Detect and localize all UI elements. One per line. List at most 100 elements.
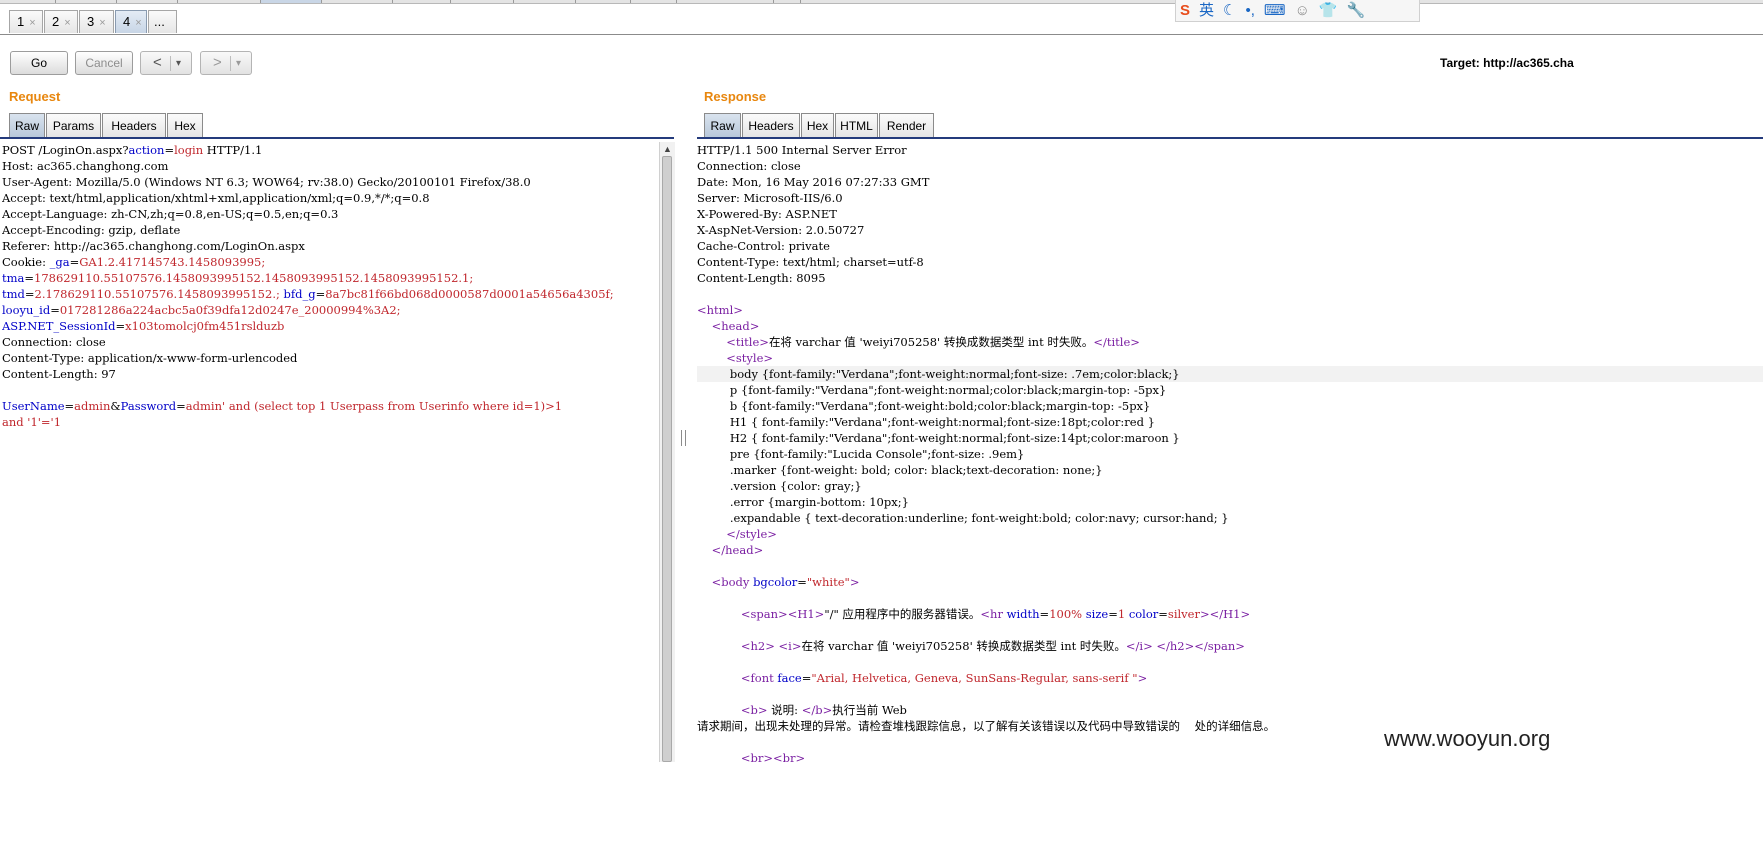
request-tab-params[interactable]: Params bbox=[46, 113, 101, 138]
outer-tab-active[interactable] bbox=[261, 0, 322, 3]
repeater-tab-2[interactable]: 2 × bbox=[44, 10, 78, 33]
chevron-down-icon[interactable]: ▾ bbox=[176, 53, 181, 75]
response-editor[interactable]: HTTP/1.1 500 Internal Server Error Connec… bbox=[697, 142, 1763, 762]
outer-tab[interactable] bbox=[178, 0, 261, 3]
target-label[interactable]: Target: http://ac365.cha bbox=[1440, 56, 1574, 70]
response-tab-hex[interactable]: Hex bbox=[801, 113, 834, 138]
code-token: Content-Type: text/html; charset=utf-8 bbox=[697, 255, 924, 269]
cancel-button[interactable]: Cancel bbox=[75, 51, 133, 75]
code-line: <html> bbox=[697, 302, 1763, 318]
punctuation-icon[interactable]: •, bbox=[1245, 1, 1254, 21]
code-line: Content-Type: application/x-www-form-url… bbox=[2, 350, 657, 366]
close-icon[interactable]: × bbox=[29, 17, 35, 29]
outer-tab[interactable] bbox=[117, 0, 178, 3]
chevron-down-icon[interactable]: ▾ bbox=[236, 53, 241, 75]
code-line: X-AspNet-Version: 2.0.50727 bbox=[697, 222, 1763, 238]
code-line: <font face="Arial, Helvetica, Geneva, Su… bbox=[697, 670, 1763, 686]
shirt-icon[interactable]: 👕 bbox=[1319, 1, 1338, 21]
code-token: User-Agent: Mozilla/5.0 (Windows NT 6.3;… bbox=[2, 175, 531, 189]
outer-tab[interactable] bbox=[322, 0, 393, 3]
scrollbar-thumb[interactable] bbox=[662, 156, 672, 762]
code-token: <br> bbox=[740, 751, 774, 762]
back-button[interactable]: < ▾ bbox=[140, 51, 192, 75]
pane-splitter-handle[interactable] bbox=[681, 430, 686, 446]
code-token: 100% bbox=[1049, 607, 1083, 621]
code-token: Host: ac365.changhong.com bbox=[2, 159, 169, 173]
code-line: .marker {font-weight: bold; color: black… bbox=[697, 462, 1763, 478]
go-button[interactable]: Go bbox=[10, 51, 68, 75]
scroll-up-icon[interactable]: ▲ bbox=[663, 144, 672, 154]
code-line: Cookie: _ga=GA1.2.417145743.1458093995; bbox=[2, 254, 657, 270]
code-line: </style> bbox=[697, 526, 1763, 542]
repeater-tab-4[interactable]: 4 × bbox=[115, 10, 147, 33]
code-line: Content-Length: 8095 bbox=[697, 270, 1763, 286]
code-line: </head> bbox=[697, 542, 1763, 558]
outer-tab[interactable] bbox=[631, 0, 677, 3]
response-tab-html[interactable]: HTML bbox=[835, 113, 878, 138]
code-token: 2.178629110.55107576.1458093995152.; bbox=[34, 287, 280, 301]
wrench-icon[interactable]: 🔧 bbox=[1347, 1, 1366, 21]
code-token: <br> bbox=[773, 751, 806, 762]
request-tab-hex[interactable]: Hex bbox=[167, 113, 203, 138]
keyboard-icon[interactable]: ⌨ bbox=[1264, 1, 1286, 21]
request-tab-raw[interactable]: Raw bbox=[9, 113, 45, 138]
code-token: = bbox=[24, 287, 35, 301]
code-token: = bbox=[164, 143, 175, 157]
code-token: <style> bbox=[726, 351, 774, 365]
code-token: <h2> bbox=[740, 639, 775, 653]
code-token: = bbox=[69, 255, 80, 269]
code-token: GA1.2.417145743.1458093995; bbox=[79, 255, 266, 269]
code-token: .error {margin-bottom: 10px;} bbox=[697, 495, 909, 509]
request-editor[interactable]: POST /LoginOn.aspx?action=login HTTP/1.1… bbox=[2, 142, 657, 762]
outer-tab[interactable] bbox=[451, 0, 514, 3]
close-icon[interactable]: × bbox=[64, 17, 70, 29]
response-tab-raw[interactable]: Raw bbox=[704, 113, 741, 138]
outer-tab[interactable] bbox=[56, 0, 117, 3]
repeater-tab-bar: 1 × 2 × 3 × 4 × ... bbox=[0, 8, 1763, 35]
close-icon[interactable]: × bbox=[135, 17, 141, 29]
request-scrollbar[interactable]: ▲ bbox=[659, 142, 675, 762]
code-token: X-Powered-By: ASP.NET bbox=[697, 207, 837, 221]
repeater-tab-more[interactable]: ... bbox=[148, 10, 177, 33]
code-token: p {font-family:"Verdana";font-weight:nor… bbox=[697, 383, 1167, 397]
english-mode-icon[interactable]: 英 bbox=[1199, 1, 1214, 21]
outer-tab[interactable] bbox=[0, 0, 56, 3]
response-tab-render[interactable]: Render bbox=[879, 113, 934, 138]
code-token: <font bbox=[740, 671, 778, 685]
outer-tab[interactable] bbox=[576, 0, 631, 3]
sogou-logo-icon[interactable]: S bbox=[1180, 1, 1190, 21]
repeater-tab-3[interactable]: 3 × bbox=[79, 10, 114, 33]
close-icon[interactable]: × bbox=[99, 17, 105, 29]
request-heading: Request bbox=[9, 89, 61, 104]
outer-tab[interactable] bbox=[393, 0, 451, 3]
outer-tab[interactable] bbox=[514, 0, 576, 3]
code-token: "white" bbox=[806, 575, 850, 589]
request-tab-headers[interactable]: Headers bbox=[102, 113, 166, 138]
code-token: Cookie: bbox=[2, 255, 50, 269]
outer-tab[interactable] bbox=[774, 0, 801, 3]
code-token: 执行当前 Web bbox=[832, 703, 907, 717]
code-token: & bbox=[110, 399, 121, 413]
ime-toolbar: S 英 ☾ •, ⌨ ☺ 👕 🔧 bbox=[1175, 0, 1420, 22]
code-token: login bbox=[174, 143, 204, 157]
outer-tab-strip bbox=[0, 0, 1763, 4]
code-token: "/" 应用程序中的服务器错误。 bbox=[824, 607, 981, 621]
forward-button[interactable]: > ▾ bbox=[200, 51, 252, 75]
moon-icon[interactable]: ☾ bbox=[1223, 1, 1236, 21]
outer-tab[interactable] bbox=[677, 0, 774, 3]
user-icon[interactable]: ☺ bbox=[1295, 1, 1310, 21]
code-line: X-Powered-By: ASP.NET bbox=[697, 206, 1763, 222]
repeater-tab-1[interactable]: 1 × bbox=[9, 10, 43, 33]
response-tab-headers[interactable]: Headers bbox=[742, 113, 800, 138]
